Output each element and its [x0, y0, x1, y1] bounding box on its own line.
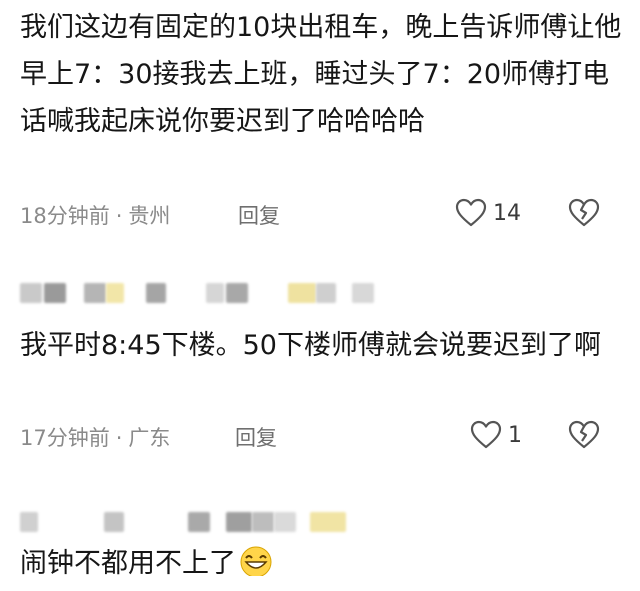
broken-heart-icon[interactable] [568, 420, 600, 450]
heart-icon [455, 198, 487, 228]
comment-3: 闹钟不都用不上了 [20, 540, 630, 587]
reply-button[interactable]: 回复 [235, 422, 277, 452]
comment-meta: 18分钟前 · 贵州 回复 14 [20, 198, 630, 230]
comment-text: 闹钟不都用不上了 [20, 548, 236, 579]
like-button[interactable]: 1 [470, 420, 522, 450]
comment-location: 广东 [128, 426, 171, 450]
comment-location: 贵州 [128, 204, 171, 228]
heart-icon [470, 420, 502, 450]
meta-separator: · [115, 426, 123, 450]
comment-time: 17分钟前 [20, 426, 110, 450]
like-button[interactable]: 14 [455, 198, 521, 228]
comment-2: 我平时8:45下楼。50下楼师傅就会说要迟到了啊 [20, 322, 630, 369]
broken-heart-icon[interactable] [568, 198, 600, 228]
like-count: 1 [508, 422, 522, 448]
reply-button[interactable]: 回复 [238, 200, 280, 230]
comment-text: 我们这边有固定的10块出租车，晚上告诉师傅让他早上7：30接我去上班，睡过头了7… [20, 12, 622, 137]
comment-meta: 17分钟前 · 广东 回复 1 [20, 420, 630, 452]
comment-time: 18分钟前 [20, 204, 110, 228]
username-blurred [20, 283, 420, 303]
comment-1: 我们这边有固定的10块出租车，晚上告诉师傅让他早上7：30接我去上班，睡过头了7… [20, 4, 630, 145]
username-blurred [20, 512, 420, 532]
like-count: 14 [493, 200, 521, 226]
meta-separator: · [115, 204, 123, 228]
comment-text: 我平时8:45下楼。50下楼师傅就会说要迟到了啊 [20, 330, 601, 361]
